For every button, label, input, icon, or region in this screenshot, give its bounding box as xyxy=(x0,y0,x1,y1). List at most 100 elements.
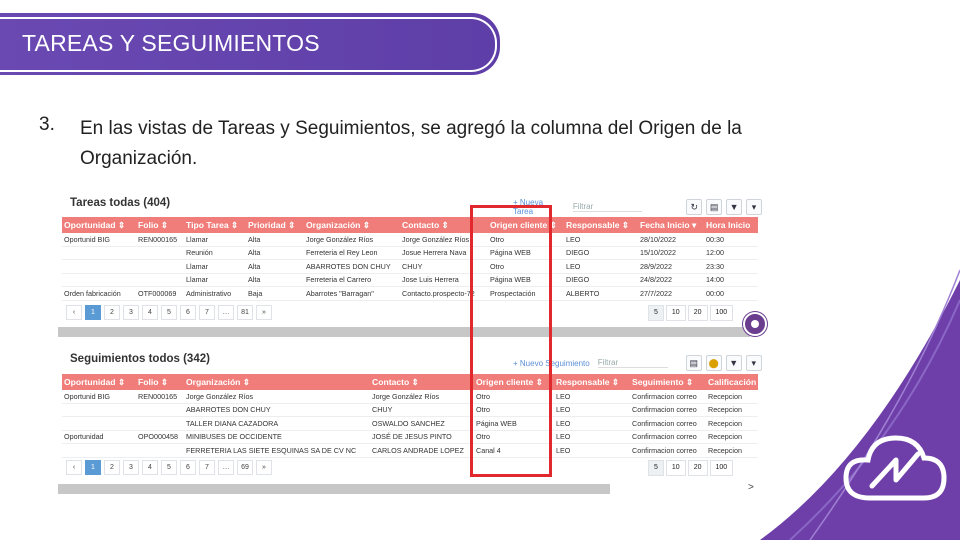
column-header[interactable]: Tipo Tarea ⇕ xyxy=(184,217,246,233)
table-cell[interactable] xyxy=(62,246,136,260)
table-cell[interactable] xyxy=(136,416,184,431)
table-cell[interactable]: Abarrotes "Barragan" xyxy=(304,286,400,301)
page-button[interactable]: 3 xyxy=(123,460,139,475)
column-header[interactable]: Fecha Inicio ▾ xyxy=(638,217,704,233)
column-header[interactable]: Organización ⇕ xyxy=(184,374,370,390)
followups-pagination: ‹ 1 2 3 4 5 6 7… 69» xyxy=(66,460,275,475)
table-row[interactable]: FERRETERIA LAS SIETE ESQUINAS SA DE CV N… xyxy=(62,443,758,458)
page-button[interactable]: ‹ xyxy=(66,305,82,320)
column-header[interactable]: Seguimiento ⇕ xyxy=(630,374,706,390)
column-header[interactable]: Hora Inicio xyxy=(704,217,758,233)
table-cell[interactable] xyxy=(136,403,184,417)
page-button[interactable]: 3 xyxy=(123,305,139,320)
tasks-filter-input[interactable]: Filtrar xyxy=(572,202,643,212)
followups-scrollbar[interactable] xyxy=(58,484,610,494)
table-cell[interactable] xyxy=(136,259,184,274)
table-cell[interactable] xyxy=(62,403,136,417)
column-header[interactable]: Responsable ⇕ xyxy=(564,217,638,233)
page-size-button[interactable]: 20 xyxy=(687,460,708,476)
page-button[interactable]: ‹ xyxy=(66,460,82,475)
page-button[interactable]: 6 xyxy=(180,305,196,320)
table-cell[interactable]: Oportunidad xyxy=(62,430,136,444)
column-header[interactable]: Organización ⇕ xyxy=(304,217,400,233)
table-cell[interactable]: ABARROTES DON CHUY xyxy=(184,403,370,417)
page-button[interactable]: 1 xyxy=(85,305,101,320)
table-cell[interactable] xyxy=(136,246,184,260)
page-button[interactable]: 69 xyxy=(237,460,253,475)
table-cell[interactable] xyxy=(62,259,136,274)
page-button[interactable]: 5 xyxy=(161,305,177,320)
table-row[interactable]: TALLER DIANA CAZADORA OSWALDO SANCHEZ Pági… xyxy=(62,416,758,431)
table-row[interactable]: Oportunid BIG REN000165 Llamar Alta Jorge Go… xyxy=(62,233,758,247)
table-row[interactable]: Llamar Alta ABARROTES DON CHUY CHUY Otro LEO 2… xyxy=(62,259,758,274)
page-button[interactable]: 4 xyxy=(142,460,158,475)
table-row[interactable]: Oportunid BIG REN000165 Jorge González Río… xyxy=(62,390,758,404)
page-button[interactable]: 7 xyxy=(199,460,215,475)
table-cell[interactable]: Jorge González Ríos xyxy=(184,390,370,404)
page-button[interactable]: » xyxy=(256,460,272,475)
table-cell[interactable]: ABARROTES DON CHUY xyxy=(304,259,400,274)
export-icon[interactable]: ▤ xyxy=(685,355,702,371)
page-button[interactable]: 6 xyxy=(180,460,196,475)
table-cell[interactable]: OPO000458 xyxy=(136,430,184,444)
table-cell[interactable] xyxy=(62,273,136,287)
page-size-button[interactable]: 10 xyxy=(665,305,686,321)
refresh-icon[interactable]: ↻ xyxy=(686,199,703,215)
embedded-screenshot: Tareas todas (404) + Nueva Tarea Filtrar… xyxy=(58,186,762,498)
table-cell[interactable]: REN000165 xyxy=(136,233,184,247)
followups-filter-input[interactable]: Filtrar xyxy=(597,358,668,368)
table-cell[interactable] xyxy=(136,273,184,287)
table-cell[interactable]: REN000165 xyxy=(136,390,184,404)
table-cell: Llamar xyxy=(184,273,246,287)
table-cell[interactable]: Oportunid BIG xyxy=(62,233,136,247)
page-button[interactable]: … xyxy=(218,460,234,475)
table-cell[interactable]: FERRETERIA LAS SIETE ESQUINAS SA DE CV N… xyxy=(184,443,370,458)
page-button[interactable]: 5 xyxy=(161,460,177,475)
column-header[interactable]: Oportunidad ⇕ xyxy=(62,374,136,390)
page-button[interactable]: 1 xyxy=(85,460,101,475)
table-cell[interactable] xyxy=(136,443,184,458)
table-cell[interactable]: Orden fabricación xyxy=(62,286,136,301)
table-row[interactable]: Orden fabricación OTF000069 Administrativo… xyxy=(62,286,758,301)
page-button[interactable]: 7 xyxy=(199,305,215,320)
page-button[interactable]: 2 xyxy=(104,305,120,320)
page-size-button[interactable]: 5 xyxy=(648,305,664,321)
column-header[interactable]: Prioridad ⇕ xyxy=(246,217,304,233)
purple-wave xyxy=(760,280,960,540)
page-button[interactable]: 81 xyxy=(237,305,253,320)
table-cell[interactable]: TALLER DIANA CAZADORA xyxy=(184,416,370,431)
table-cell[interactable] xyxy=(62,443,136,458)
filter-icon[interactable]: ▼ xyxy=(726,199,743,215)
tasks-table: Oportunidad ⇕ Folio ⇕ Tipo Tarea ⇕ Priorida… xyxy=(62,217,758,301)
table-cell: Administrativo xyxy=(184,286,246,301)
table-cell[interactable]: Ferreteria el Rey Leon xyxy=(304,246,400,260)
column-header[interactable]: Oportunidad ⇕ xyxy=(62,217,136,233)
column-header[interactable]: Folio ⇕ xyxy=(136,374,184,390)
column-header[interactable]: Folio ⇕ xyxy=(136,217,184,233)
column-header[interactable]: Contacto ⇕ xyxy=(370,374,474,390)
table-row[interactable]: Oportunidad OPO000458 MINIBUSES DE OCCIDEN… xyxy=(62,430,758,444)
export-icon[interactable]: ▤ xyxy=(706,199,723,215)
page-size-button[interactable]: 20 xyxy=(687,305,708,321)
point-text: En las vistas de Tareas y Seguimientos, … xyxy=(80,118,742,169)
table-cell[interactable]: Oportunid BIG xyxy=(62,390,136,404)
table-cell[interactable]: Ferreteria el Carrero xyxy=(304,273,400,287)
page-button[interactable]: … xyxy=(218,305,234,320)
page-size-button[interactable]: 5 xyxy=(648,460,664,476)
table-row[interactable]: ABARROTES DON CHUY CHUY Otro LEO Confirmacio… xyxy=(62,403,758,417)
chevron-down-icon[interactable]: ▾ xyxy=(746,199,762,215)
table-cell[interactable] xyxy=(62,416,136,431)
table-row[interactable]: Reunión Alta Ferreteria el Rey Leon Josue H… xyxy=(62,246,758,260)
table-cell[interactable]: OTF000069 xyxy=(136,286,184,301)
page-button[interactable]: » xyxy=(256,305,272,320)
page-button[interactable]: 2 xyxy=(104,460,120,475)
table-cell[interactable]: MINIBUSES DE OCCIDENTE xyxy=(184,430,370,444)
table-row[interactable]: Llamar Alta Ferreteria el Carrero Jose Luis… xyxy=(62,273,758,287)
table-cell: Confirmacion correo xyxy=(630,443,706,458)
table-cell: Baja xyxy=(246,286,304,301)
column-header[interactable]: Responsable ⇕ xyxy=(554,374,630,390)
table-cell[interactable]: Jorge González Ríos xyxy=(304,233,400,247)
tasks-scrollbar[interactable] xyxy=(58,327,750,337)
page-size-button[interactable]: 10 xyxy=(665,460,686,476)
page-button[interactable]: 4 xyxy=(142,305,158,320)
